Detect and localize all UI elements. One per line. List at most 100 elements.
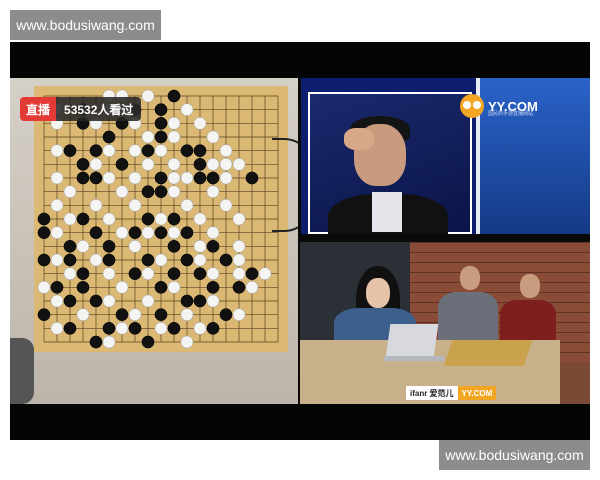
yy-small-logo: YY.COM (457, 386, 497, 400)
live-label: 直播 (20, 97, 57, 121)
white-stone (167, 280, 181, 294)
white-stone (193, 239, 207, 253)
black-stone (37, 308, 51, 322)
white-stone (180, 335, 194, 349)
owl-mascot-icon (460, 94, 484, 118)
white-stone (180, 171, 194, 185)
white-stone (141, 130, 155, 144)
black-stone (206, 280, 220, 294)
chair (10, 338, 34, 404)
white-stone (102, 212, 116, 226)
black-stone (37, 226, 51, 240)
white-stone (76, 239, 90, 253)
white-stone (154, 321, 168, 335)
white-stone (232, 239, 246, 253)
black-stone (89, 335, 103, 349)
white-stone (206, 294, 220, 308)
black-stone (89, 226, 103, 240)
black-stone (141, 335, 155, 349)
black-stone (37, 253, 51, 267)
white-stone (115, 226, 129, 240)
white-stone (115, 321, 129, 335)
black-stone (245, 171, 259, 185)
black-stone (50, 280, 64, 294)
black-stone (154, 226, 168, 240)
white-stone (128, 198, 142, 212)
white-stone (232, 253, 246, 267)
video-player[interactable]: 直播 53532人看过 YY.COM 国民的手游直播网站 ifanr 爱范儿 Y… (10, 42, 590, 440)
white-stone (115, 280, 129, 294)
white-stone (141, 226, 155, 240)
ifanr-logo: ifanr 爱范儿 (406, 386, 458, 400)
black-stone (141, 212, 155, 226)
white-stone (167, 130, 181, 144)
white-stone (258, 267, 272, 281)
black-stone (141, 253, 155, 267)
black-stone (154, 185, 168, 199)
white-stone (206, 130, 220, 144)
black-stone (193, 171, 207, 185)
white-stone (180, 198, 194, 212)
white-stone (128, 144, 142, 158)
white-stone (232, 212, 246, 226)
split-divider-horizontal (300, 234, 590, 242)
white-stone (63, 267, 77, 281)
white-stone (89, 253, 103, 267)
white-stone (167, 116, 181, 130)
black-stone (193, 157, 207, 171)
host-face (366, 278, 390, 308)
black-stone (128, 267, 142, 281)
white-stone (193, 321, 207, 335)
white-stone (180, 308, 194, 322)
white-stone (219, 198, 233, 212)
black-stone (102, 239, 116, 253)
white-stone (180, 103, 194, 117)
watermark-top: www.bodusiwang.com (10, 10, 161, 40)
white-stone (63, 185, 77, 199)
white-stone (102, 294, 116, 308)
white-stone (37, 280, 51, 294)
black-stone (63, 253, 77, 267)
white-stone (206, 267, 220, 281)
black-stone (232, 280, 246, 294)
white-stone (193, 116, 207, 130)
black-stone (63, 239, 77, 253)
black-stone (154, 116, 168, 130)
white-stone (102, 144, 116, 158)
white-stone (102, 267, 116, 281)
yy-logo-tagline: 国民的手游直播网站 (488, 111, 534, 117)
commentator-2-body (438, 292, 498, 342)
white-stone (63, 212, 77, 226)
white-stone (167, 157, 181, 171)
white-stone (50, 253, 64, 267)
black-stone (128, 321, 142, 335)
demo-go-board (443, 340, 533, 366)
white-stone (232, 267, 246, 281)
black-stone (206, 321, 220, 335)
cable (272, 138, 300, 232)
white-stone (141, 89, 155, 103)
player-closeup-feed: YY.COM 国民的手游直播网站 (300, 78, 590, 234)
black-stone (167, 89, 181, 103)
white-stone (167, 185, 181, 199)
laptop (385, 324, 439, 358)
white-stone (50, 321, 64, 335)
go-board (34, 86, 288, 352)
black-stone (154, 103, 168, 117)
white-stone (154, 144, 168, 158)
black-stone (63, 294, 77, 308)
commentator-3-head (520, 274, 540, 298)
live-badge: 直播 53532人看过 (20, 97, 142, 121)
white-stone (76, 308, 90, 322)
black-stone (180, 144, 194, 158)
black-stone (141, 185, 155, 199)
white-stone (154, 253, 168, 267)
white-stone (128, 308, 142, 322)
white-stone (154, 212, 168, 226)
black-stone (89, 294, 103, 308)
black-stone (245, 267, 259, 281)
lower-third-logos: ifanr 爱范儿 YY.COM (406, 386, 497, 400)
white-stone (50, 171, 64, 185)
black-stone (102, 321, 116, 335)
black-stone (115, 157, 129, 171)
